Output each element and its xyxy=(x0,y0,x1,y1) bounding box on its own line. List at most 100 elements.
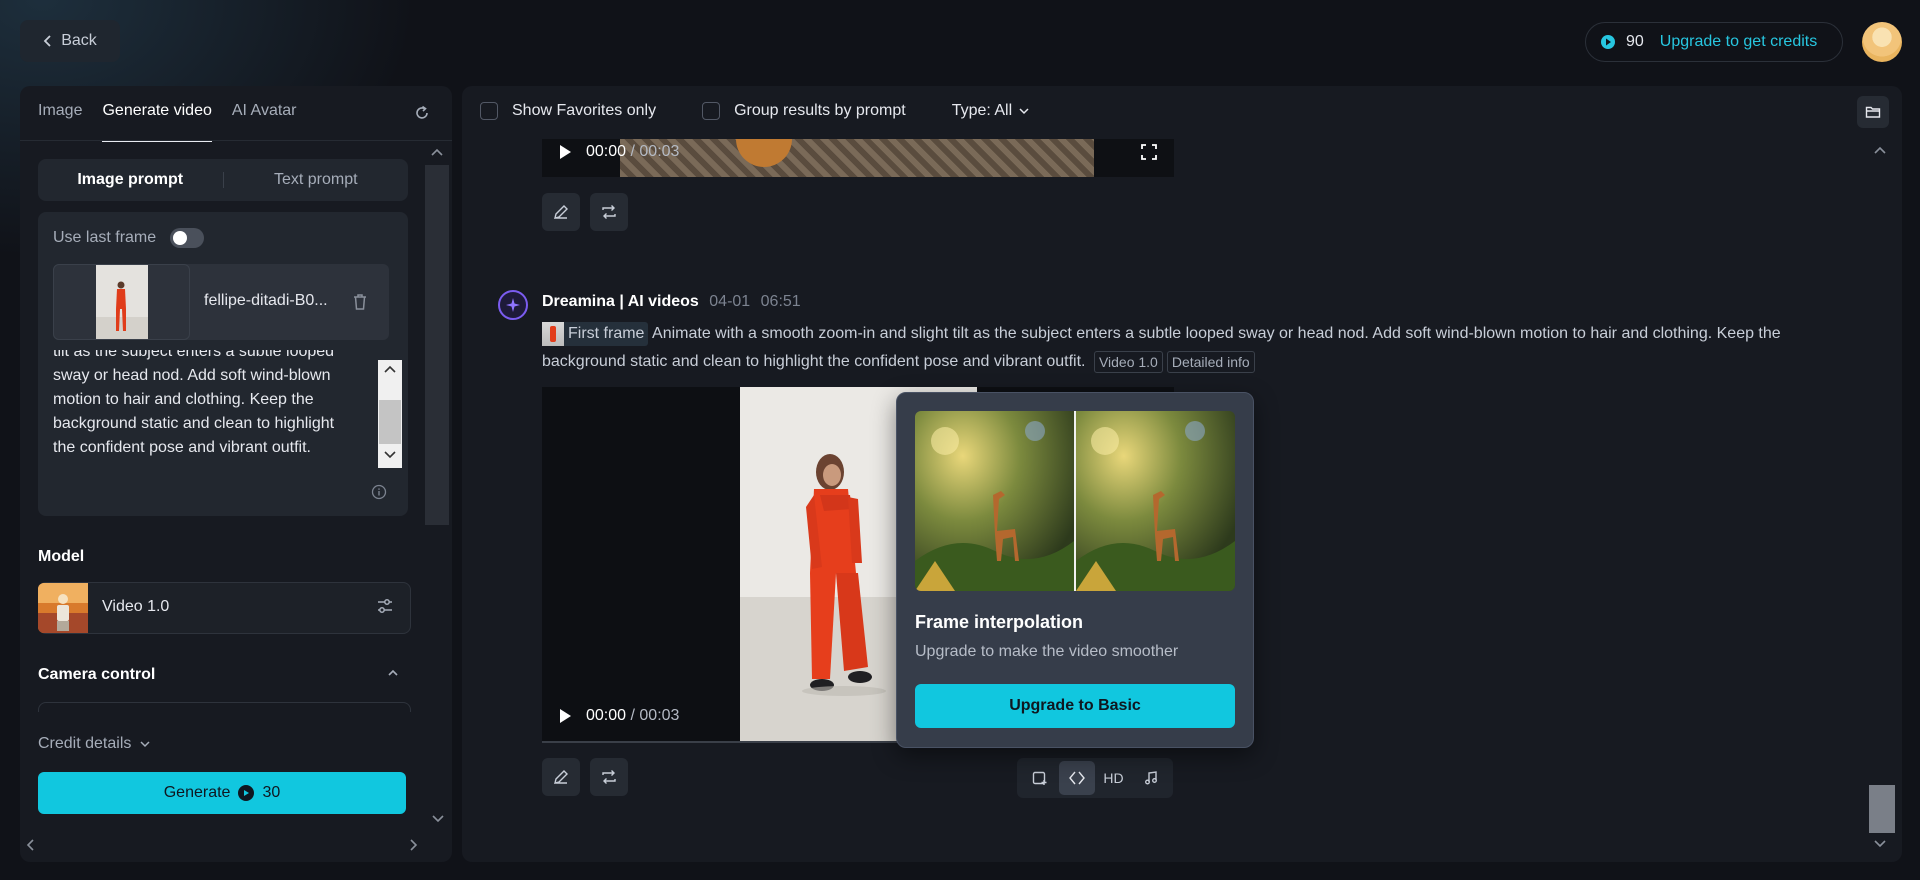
model-selector[interactable] xyxy=(38,582,411,634)
repeat-icon xyxy=(602,205,616,219)
filter-bar: Show Favorites only Group results by pro… xyxy=(480,102,1030,120)
reference-image-thumb[interactable] xyxy=(53,264,190,340)
first-frame-chip[interactable]: First frame xyxy=(542,321,649,346)
credit-details-label: Credit details xyxy=(38,735,132,752)
frame-plus-icon xyxy=(1032,771,1046,785)
regenerate-button[interactable] xyxy=(590,758,628,796)
repeat-icon xyxy=(602,770,616,784)
tab-image[interactable]: Image xyxy=(38,102,82,142)
music-note-icon xyxy=(1144,771,1157,785)
tab-generate-video[interactable]: Generate video xyxy=(102,102,212,142)
camera-control-label[interactable]: Camera control xyxy=(38,666,155,684)
folder-button[interactable] xyxy=(1857,96,1889,128)
credit-details-toggle[interactable]: Credit details xyxy=(38,735,151,753)
time-current: 00:00 xyxy=(586,707,627,724)
scroll-left-icon[interactable] xyxy=(25,838,37,852)
play-icon[interactable] xyxy=(557,143,573,161)
file-name: fellipe-ditadi-B0... xyxy=(204,292,328,309)
prompt-line: motion to hair and clothing. Keep the xyxy=(53,391,314,408)
frame-interpolation-button[interactable] xyxy=(1058,761,1095,795)
model-name: Video 1.0 xyxy=(102,598,170,615)
tab-ai-avatar[interactable]: AI Avatar xyxy=(232,102,297,142)
favorites-label[interactable]: Show Favorites only xyxy=(512,102,656,120)
upgrade-basic-button[interactable]: Upgrade to Basic xyxy=(915,684,1235,728)
message-prompt: First frame Animate with a smooth zoom-i… xyxy=(542,320,1832,376)
user-avatar[interactable] xyxy=(1862,22,1902,62)
left-scrollbar-thumb[interactable] xyxy=(425,165,449,525)
camera-control-panel xyxy=(38,702,411,712)
detailed-info-tag[interactable]: Detailed info xyxy=(1166,350,1255,373)
scroll-down-icon[interactable] xyxy=(1872,838,1888,850)
message-date: 04-01 xyxy=(709,293,751,310)
back-label: Back xyxy=(61,32,97,49)
pencil-icon xyxy=(554,205,568,219)
info-icon[interactable] xyxy=(371,484,387,500)
use-last-frame-row: Use last frame xyxy=(53,228,205,248)
prompt-scroll-up-icon[interactable] xyxy=(383,364,397,374)
back-button[interactable]: Back xyxy=(20,20,120,62)
time-total: / 00:03 xyxy=(630,707,680,724)
image-prompt-option[interactable]: Image prompt xyxy=(38,171,223,189)
chevron-down-icon[interactable] xyxy=(1018,106,1030,116)
model-thumbnail xyxy=(38,583,88,633)
folder-icon xyxy=(1865,106,1881,118)
generate-cost: 30 xyxy=(262,784,281,801)
message-time: 06:51 xyxy=(760,293,801,310)
prompt-scroll-thumb[interactable] xyxy=(379,400,401,444)
video-tools: HD xyxy=(1017,758,1173,798)
credits-pill[interactable]: 90 Upgrade to get credits xyxy=(1585,22,1843,62)
settings-sliders-icon[interactable] xyxy=(375,596,395,616)
fullscreen-icon[interactable] xyxy=(1140,143,1158,161)
type-filter[interactable]: Type: All xyxy=(952,102,1012,120)
dreamina-avatar xyxy=(498,290,528,320)
mode-tabs: Image Generate video AI Avatar xyxy=(38,102,297,142)
prompt-line: the confident pose and vibrant outfit. xyxy=(53,439,311,456)
previous-video-frame xyxy=(620,139,1094,177)
credit-coin-icon xyxy=(1601,35,1615,49)
refresh-icon[interactable] xyxy=(412,103,432,123)
popover-title: Frame interpolation xyxy=(915,612,1084,632)
favorites-checkbox[interactable] xyxy=(480,102,498,120)
upgrade-credits-link[interactable]: Upgrade to get credits xyxy=(1660,33,1817,51)
message-header: Dreamina | AI videos 04-01 06:51 xyxy=(542,293,801,311)
chevron-down-icon xyxy=(140,741,150,748)
chevron-up-icon[interactable] xyxy=(386,666,400,680)
audio-button[interactable] xyxy=(1133,761,1169,795)
hd-button[interactable]: HD xyxy=(1096,761,1132,795)
message-author: Dreamina | AI videos xyxy=(542,293,699,310)
model-label: Model xyxy=(38,548,85,565)
group-checkbox[interactable] xyxy=(702,102,721,120)
trash-icon[interactable] xyxy=(352,293,368,311)
scroll-up-icon[interactable] xyxy=(1872,144,1888,156)
prompt-line: tilt as the subject enters a subtle loop… xyxy=(53,350,335,360)
pencil-icon xyxy=(554,770,568,784)
play-icon[interactable] xyxy=(557,707,573,725)
first-frame-thumb xyxy=(542,321,564,346)
model-tag: Video 1.0 xyxy=(1093,350,1163,373)
prompt-scroll-down-icon[interactable] xyxy=(383,450,397,460)
sparkle-icon xyxy=(506,298,520,312)
use-last-frame-toggle[interactable] xyxy=(170,228,205,248)
tab-divider xyxy=(20,140,452,141)
reference-image xyxy=(96,265,148,339)
edit-button[interactable] xyxy=(542,193,580,231)
scroll-up-icon[interactable] xyxy=(429,146,445,158)
regenerate-button[interactable] xyxy=(590,193,628,231)
interpolation-preview xyxy=(915,411,1235,591)
group-label[interactable]: Group results by prompt xyxy=(734,102,906,120)
scroll-right-icon[interactable] xyxy=(407,838,419,852)
time-current: 00:00 xyxy=(586,143,627,160)
text-prompt-option[interactable]: Text prompt xyxy=(224,171,409,189)
prompt-textarea[interactable]: tilt as the subject enters a subtle loop… xyxy=(53,350,373,468)
previous-video-time: 00:00 / 00:03 xyxy=(586,143,679,161)
prompt-line: sway or head nod. Add soft wind-blown xyxy=(53,367,331,384)
prompt-type-toggle: Image prompt Text prompt xyxy=(38,159,408,201)
first-frame-label: First frame xyxy=(568,324,645,342)
results-scrollbar-thumb[interactable] xyxy=(1869,785,1895,833)
extend-frame-button[interactable] xyxy=(1022,761,1058,795)
generate-button[interactable]: Generate 30 xyxy=(38,772,406,814)
scroll-down-icon[interactable] xyxy=(430,813,446,825)
edit-button[interactable] xyxy=(542,758,580,796)
use-last-frame-label: Use last frame xyxy=(53,229,157,246)
video-time: 00:00 / 00:03 xyxy=(586,707,679,725)
